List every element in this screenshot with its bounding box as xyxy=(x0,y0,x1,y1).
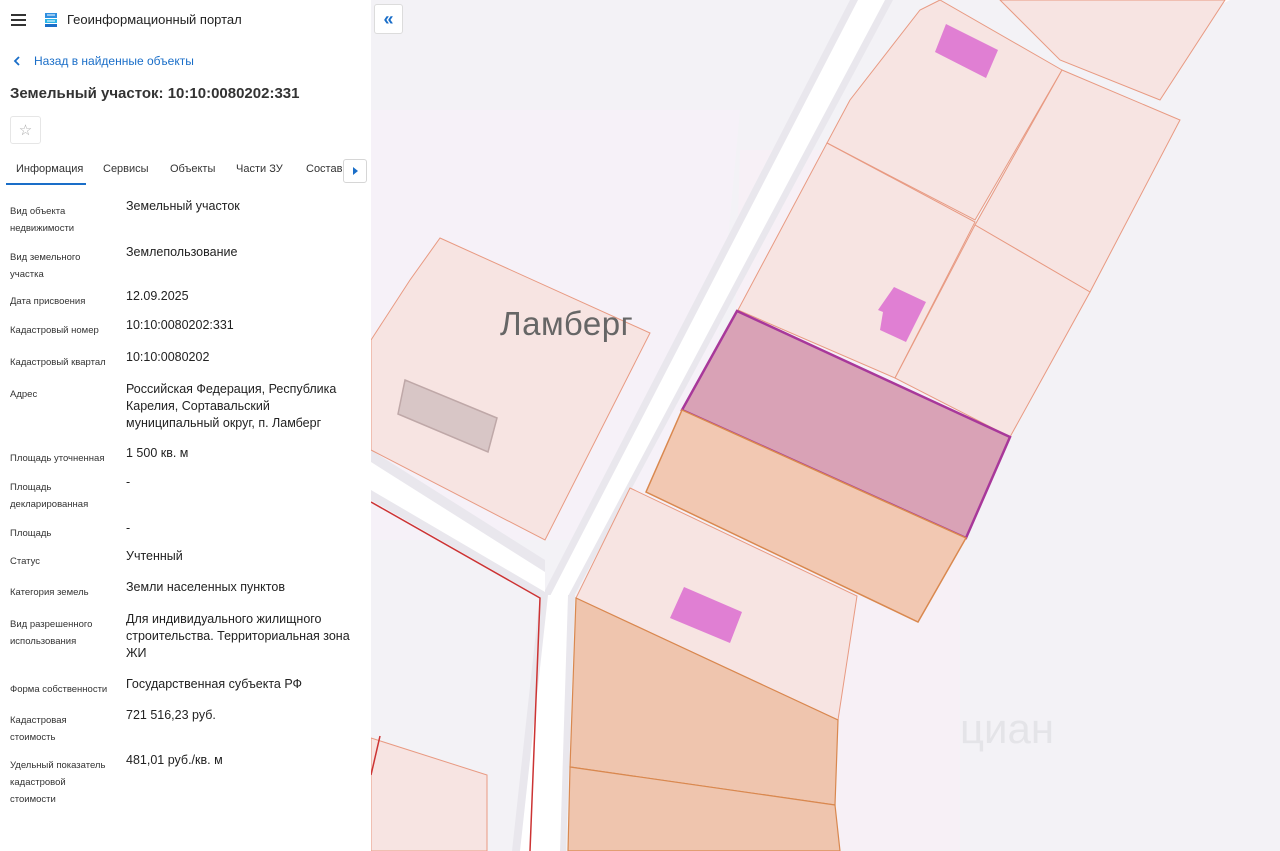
arrow-right-icon xyxy=(352,167,358,175)
property-label: Кадастровая стоимость xyxy=(10,715,67,743)
star-icon: ☆ xyxy=(18,121,33,139)
property-value: Земли населенных пунктов xyxy=(126,580,285,594)
tab-objects[interactable]: Объекты xyxy=(170,156,215,185)
property-value: 721 516,23 руб. xyxy=(126,708,216,722)
app-title: Геоинформационный портал xyxy=(67,12,242,27)
property-value: - xyxy=(126,475,131,489)
property-label: Вид разрешенного использования xyxy=(10,619,93,647)
property-value: 10:10:0080202:331 xyxy=(126,318,234,332)
double-chevron-left-icon: « xyxy=(383,9,394,29)
tab-composition[interactable]: Состав xyxy=(306,156,342,185)
property-value: 1 500 кв. м xyxy=(126,446,189,460)
property-label: Площадь уточненная xyxy=(10,453,105,464)
property-value: - xyxy=(126,521,131,535)
property-label: Статус xyxy=(10,556,41,567)
property-label: Кадастровый номер xyxy=(10,325,99,336)
property-label: Площадь xyxy=(10,528,52,539)
property-value: 12.09.2025 xyxy=(126,289,189,303)
property-label: Площадь декларированная xyxy=(10,482,89,510)
property-value: Государственная субъекта РФ xyxy=(126,677,303,691)
top-bar: Геоинформационный портал xyxy=(0,0,371,40)
tabs-scroll-right-button[interactable] xyxy=(343,159,367,183)
tab-information[interactable]: Информация xyxy=(6,156,86,185)
back-link[interactable]: Назад в найденные объекты xyxy=(12,53,194,69)
collapse-panel-button[interactable]: « xyxy=(374,4,403,34)
tab-bar: Информация Сервисы Объекты Части ЗУ Сост… xyxy=(6,156,343,185)
tab-parts[interactable]: Части ЗУ xyxy=(236,156,283,185)
watermark: циан xyxy=(960,705,1055,752)
sidebar: Геоинформационный портал Назад в найденн… xyxy=(0,0,371,851)
cadastral-map[interactable]: циан xyxy=(371,0,1280,851)
property-value: 481,01 руб./кв. м xyxy=(126,753,223,767)
property-label: Форма собственности xyxy=(10,684,108,695)
property-value: Российская Федерация, Республика Карелия… xyxy=(126,382,337,430)
property-value: 10:10:0080202 xyxy=(126,350,210,364)
property-label: Дата присвоения xyxy=(10,296,86,307)
favorite-button[interactable]: ☆ xyxy=(10,116,41,144)
property-label: Кадастровый квартал xyxy=(10,357,106,368)
map-canvas[interactable] xyxy=(371,0,1280,851)
page-title: Земельный участок: 10:10:0080202:331 xyxy=(10,85,300,102)
property-label: Удельный показатель кадастровой стоимост… xyxy=(10,760,106,805)
property-value: Учтенный xyxy=(126,549,183,563)
chevron-left-icon xyxy=(13,56,20,66)
property-label: Адрес xyxy=(10,389,38,400)
property-value: Земельный участок xyxy=(126,199,240,213)
property-label: Вид объекта недвижимости xyxy=(10,206,75,234)
portal-logo-icon[interactable] xyxy=(42,11,60,29)
property-label: Категория земель xyxy=(10,587,89,598)
property-label: Вид земельного участка xyxy=(10,252,81,280)
property-value: Для индивидуального жилищного строительс… xyxy=(126,612,350,660)
tab-services[interactable]: Сервисы xyxy=(103,156,149,185)
back-link-label: Назад в найденные объекты xyxy=(34,54,194,68)
menu-icon[interactable] xyxy=(10,11,28,29)
place-label: Ламберг xyxy=(500,305,634,342)
property-value: Землепользование xyxy=(126,245,238,259)
